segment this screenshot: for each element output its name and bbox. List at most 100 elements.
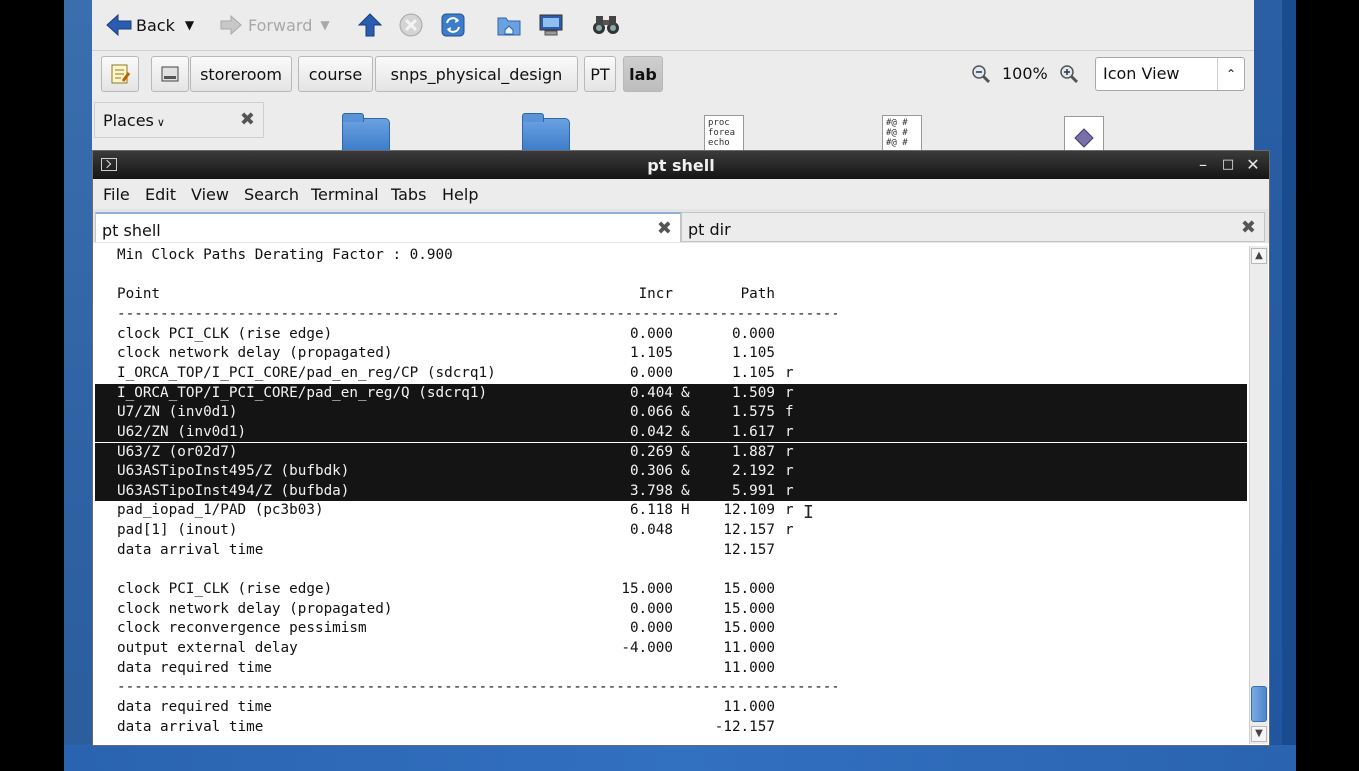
zoom-in-button[interactable] (1059, 64, 1079, 84)
tab-label: pt shell (102, 221, 161, 240)
path-value: 12.109 (723, 502, 775, 519)
script-file-icon[interactable]: proc forea echo (704, 115, 744, 155)
menu-terminal[interactable]: Terminal (311, 185, 379, 204)
text-cursor-icon: I (803, 502, 814, 523)
menu-help[interactable]: Help (442, 185, 478, 204)
close-icon[interactable]: ✕ (1243, 155, 1263, 174)
edge-flag: r (785, 443, 794, 460)
places-sidebar-header[interactable]: Places ∨ ✖ (94, 102, 264, 138)
maximize-icon[interactable]: □ (1218, 157, 1238, 172)
reload-button[interactable] (440, 10, 466, 40)
zoom-out-button[interactable] (971, 64, 991, 84)
close-tab-icon[interactable]: ✖ (1241, 217, 1256, 238)
minimize-icon[interactable]: – (1193, 155, 1213, 174)
point-name: I_ORCA_TOP/I_PCI_CORE/pad_en_reg/Q (sdcr… (117, 384, 488, 401)
scrollbar-thumb[interactable] (1251, 686, 1267, 722)
view-mode-value: Icon View (1103, 64, 1180, 83)
timing-report-row: data required time 11.000 (95, 698, 1247, 718)
scroll-up-icon[interactable]: ▲ (1251, 248, 1267, 264)
terminal-scrollbar[interactable]: ▲ ▼ (1249, 246, 1268, 744)
timing-report-row: clock PCI_CLK (rise edge) 0.000 0.000 (95, 325, 1247, 345)
path-value: 11.000 (723, 640, 775, 656)
incr-value: 0.066 (629, 404, 673, 421)
updown-chevron-icon: ⌃ (1217, 58, 1244, 90)
script-file-icon[interactable]: #@ # #@ # #@ # (882, 115, 922, 155)
path-button-course[interactable]: course (298, 56, 373, 92)
view-mode-select[interactable]: Icon View ⌃ (1095, 57, 1245, 91)
zoom-out-icon (972, 65, 991, 84)
back-label: Back (136, 15, 175, 35)
close-sidebar-icon[interactable]: ✖ (240, 109, 255, 130)
path-button-lab[interactable]: lab (623, 56, 663, 92)
chevron-down-icon[interactable]: ▼ (320, 18, 329, 32)
terminal-output[interactable]: Min Clock Paths Derating Factor : 0.900 P… (95, 244, 1247, 744)
file-manager-toolbar: Back ▼ Forward ▼ (92, 0, 1254, 51)
timing-report-row: output external delay -4.000 11.000 (95, 639, 1247, 659)
timing-report-row: U63/Z (or02d7) 0.269 & 1.887 r (95, 442, 1247, 463)
terminal-title-bar[interactable]: pt shell – □ ✕ (93, 151, 1269, 179)
computer-root-button[interactable] (151, 56, 189, 92)
up-button[interactable] (358, 10, 382, 40)
incr-value: 0.042 (629, 423, 673, 440)
home-folder-button[interactable] (496, 10, 522, 40)
point-name: Point (117, 286, 161, 303)
path-value: 12.157 (723, 541, 775, 558)
path-value: 1.887 (731, 443, 775, 460)
point-name: data arrival time (117, 718, 264, 735)
point-name: ----------------------------------------… (117, 305, 837, 322)
edit-location-button[interactable] (101, 56, 139, 92)
menu-search[interactable]: Search (244, 185, 299, 204)
path-value: 15.000 (723, 581, 775, 598)
menu-view[interactable]: View (191, 185, 229, 204)
point-name: U62/ZN (inv0d1) (117, 423, 247, 440)
menu-file[interactable]: File (103, 185, 130, 204)
binoculars-icon (593, 16, 619, 34)
folder-icon[interactable] (522, 113, 570, 152)
search-button[interactable] (592, 10, 620, 40)
incr-value: 1.105 (629, 345, 673, 362)
point-name: clock reconvergence pessimism (117, 620, 367, 637)
terminal-tab-bar: pt shell ✖ pt dir ✖ (93, 209, 1269, 243)
path-value: 11.000 (723, 698, 775, 715)
incr-value: 15.000 (621, 581, 673, 598)
path-value: Path (740, 286, 775, 303)
menu-edit[interactable]: Edit (145, 185, 176, 204)
timing-report-row: pad[1] (inout) 0.048 12.157 r (95, 521, 1247, 541)
timing-report-row: U7/ZN (inv0d1) 0.066 & 1.575 f (95, 403, 1247, 423)
point-name: Min Clock Paths Derating Factor : 0.900 (117, 247, 453, 263)
tab-pt-dir[interactable]: pt dir ✖ (681, 212, 1265, 242)
zoom-in-icon (1060, 65, 1079, 84)
incr-value: 0.000 (629, 600, 673, 617)
edge-flag: r (785, 364, 794, 381)
incr-value: 0.000 (629, 364, 673, 381)
computer-button[interactable] (538, 10, 564, 40)
path-value: 1.617 (731, 423, 775, 440)
chevron-down-icon[interactable]: ▼ (185, 18, 194, 32)
folder-icon[interactable] (342, 113, 390, 152)
back-button[interactable]: Back ▼ (106, 10, 194, 40)
point-name: clock network delay (propagated) (117, 345, 393, 362)
point-name: U63ASTipoInst495/Z (bufbdk) (117, 463, 350, 480)
timing-report-row: U62/ZN (inv0d1) 0.042 & 1.617 r (95, 422, 1247, 443)
scroll-down-icon[interactable]: ▼ (1251, 726, 1267, 742)
edge-flag: f (785, 404, 794, 421)
path-value: 1.509 (731, 384, 775, 401)
path-button-snps-physical-design[interactable]: snps_physical_design (375, 56, 578, 92)
desktop-background-left (64, 0, 92, 771)
menu-tabs[interactable]: Tabs (391, 185, 426, 204)
path-value: 2.192 (731, 463, 775, 480)
stop-button[interactable] (398, 10, 424, 40)
forward-button[interactable]: Forward ▼ (220, 10, 330, 40)
incr-value: 0.269 (629, 443, 673, 460)
path-button-storeroom[interactable]: storeroom (190, 56, 292, 92)
close-tab-icon[interactable]: ✖ (657, 218, 672, 239)
tab-pt-shell[interactable]: pt shell ✖ (95, 212, 681, 242)
edge-flag: r (785, 423, 794, 440)
edge-flag: r (785, 463, 794, 480)
point-name: ----------------------------------------… (117, 679, 837, 696)
timing-report-row: Min Clock Paths Derating Factor : 0.900 (95, 246, 1247, 266)
path-value: 15.000 (723, 600, 775, 617)
up-arrow-icon (358, 13, 382, 37)
path-button-pt[interactable]: PT (584, 56, 616, 92)
